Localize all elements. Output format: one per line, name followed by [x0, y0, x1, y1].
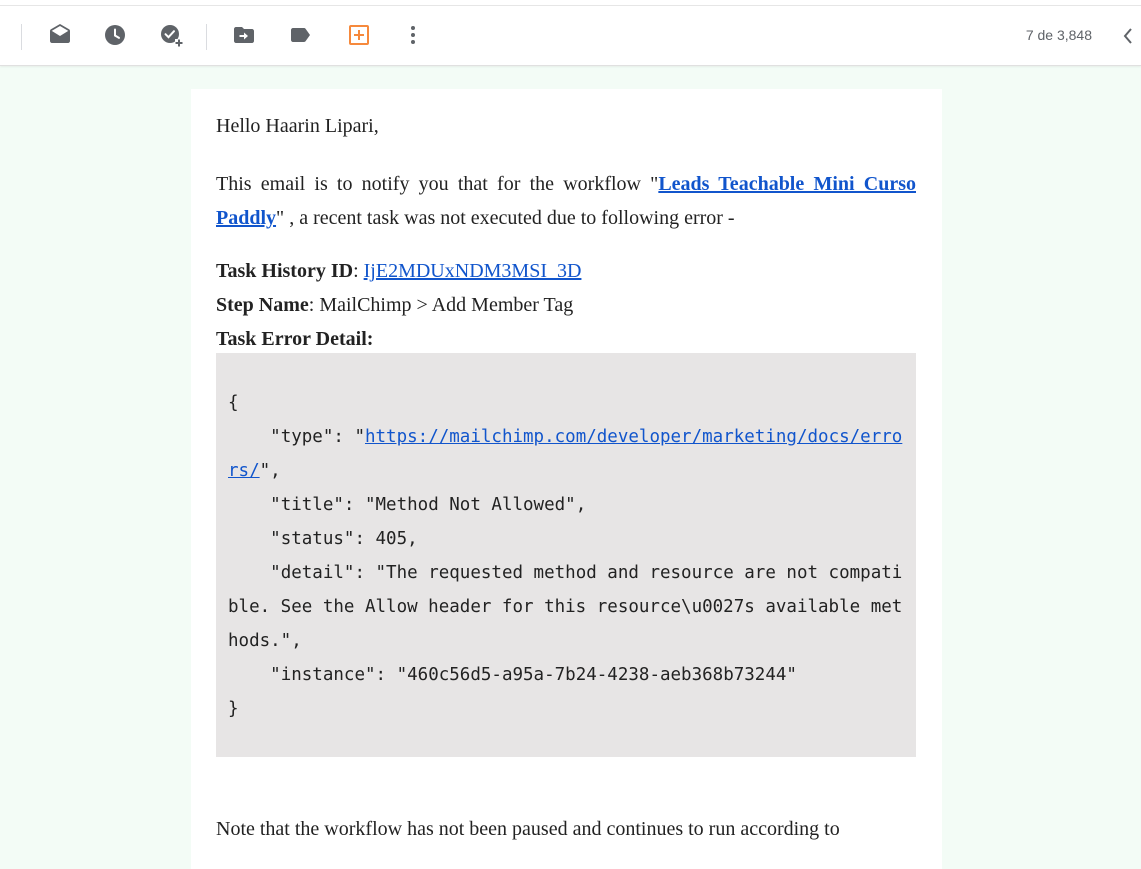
intro-text-end: " , a recent task was not executed due t…: [276, 207, 735, 229]
email-body: Hello Haarin Lipari, This email is to no…: [191, 89, 942, 869]
error-detail-row: Task Error Detail:: [216, 322, 581, 356]
json-open: {: [228, 393, 239, 413]
message-counter: 7 de 3,848: [1025, 27, 1092, 43]
task-meta: Task History ID: IjE2MDUxNDM3MSI_3D Step…: [216, 254, 581, 356]
note-paragraph: Note that the workflow has not been paus…: [216, 818, 840, 840]
toolbar-divider: [206, 24, 207, 50]
toolbar-divider: [21, 24, 22, 50]
json-type-prefix: "type": ": [228, 427, 365, 447]
snooze-icon[interactable]: [101, 21, 129, 49]
json-detail-line: "detail": "The requested method and reso…: [228, 563, 903, 651]
mark-read-icon[interactable]: [46, 21, 74, 49]
intro-text: This email is to notify you that for the…: [216, 173, 659, 195]
step-name-label: Step Name: [216, 294, 309, 316]
step-name-row: Step Name: MailChimp > Add Member Tag: [216, 288, 581, 322]
step-name-value: : MailChimp > Add Member Tag: [308, 294, 574, 316]
more-vert-icon[interactable]: [399, 21, 427, 49]
add-task-icon[interactable]: [157, 21, 185, 49]
error-detail-label: Task Error Detail:: [216, 328, 374, 350]
json-instance-line: "instance": "460c56d5-a95a-7b24-4238-aeb…: [228, 665, 797, 685]
move-to-icon[interactable]: [230, 21, 258, 49]
error-code-block: { "type": "https://mailchimp.com/develop…: [216, 353, 916, 757]
json-close: }: [228, 699, 239, 719]
json-title-line: "title": "Method Not Allowed",: [228, 495, 587, 515]
task-history-link[interactable]: IjE2MDUxNDM3MSI_3D: [364, 260, 582, 282]
task-history-row: Task History ID: IjE2MDUxNDM3MSI_3D: [216, 260, 582, 282]
email-toolbar: 7 de 3,848: [0, 6, 1141, 66]
intro-paragraph: This email is to notify you that for the…: [216, 167, 916, 235]
json-status-line: "status": 405,: [228, 529, 418, 549]
add-on-icon[interactable]: [345, 21, 373, 49]
error-json: { "type": "https://mailchimp.com/develop…: [228, 353, 904, 726]
chevron-left-icon[interactable]: [1119, 26, 1137, 46]
json-type-suffix: ",: [259, 461, 281, 481]
label-icon[interactable]: [286, 21, 314, 49]
greeting: Hello Haarin Lipari,: [216, 115, 379, 137]
task-history-label: Task History ID: [216, 260, 354, 282]
